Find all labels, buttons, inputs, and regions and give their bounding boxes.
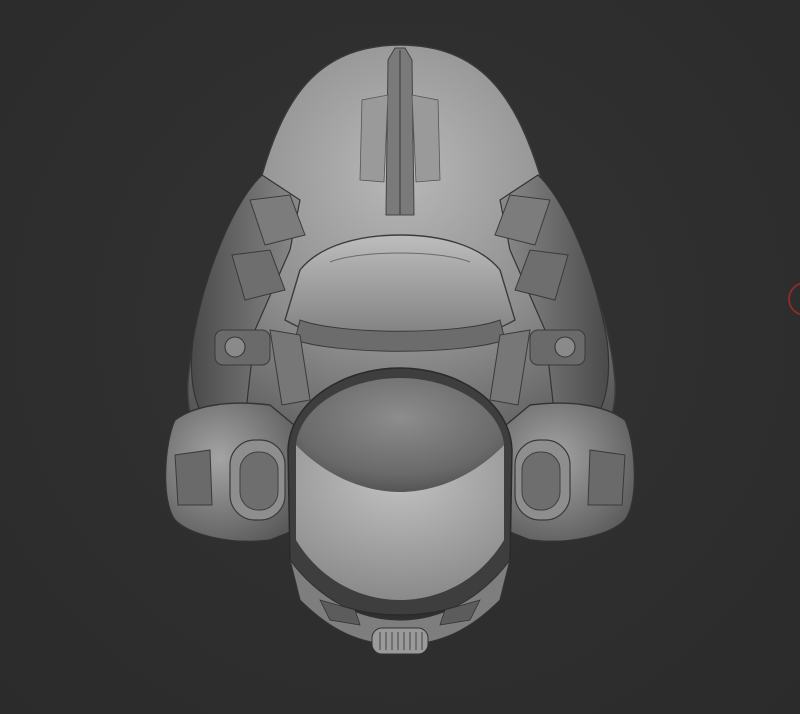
left-ear-pod	[164, 402, 301, 542]
right-ear-pod	[499, 402, 636, 542]
sculpt-viewport[interactable]	[0, 0, 800, 714]
visor	[287, 367, 513, 616]
helmet-model	[164, 44, 636, 655]
